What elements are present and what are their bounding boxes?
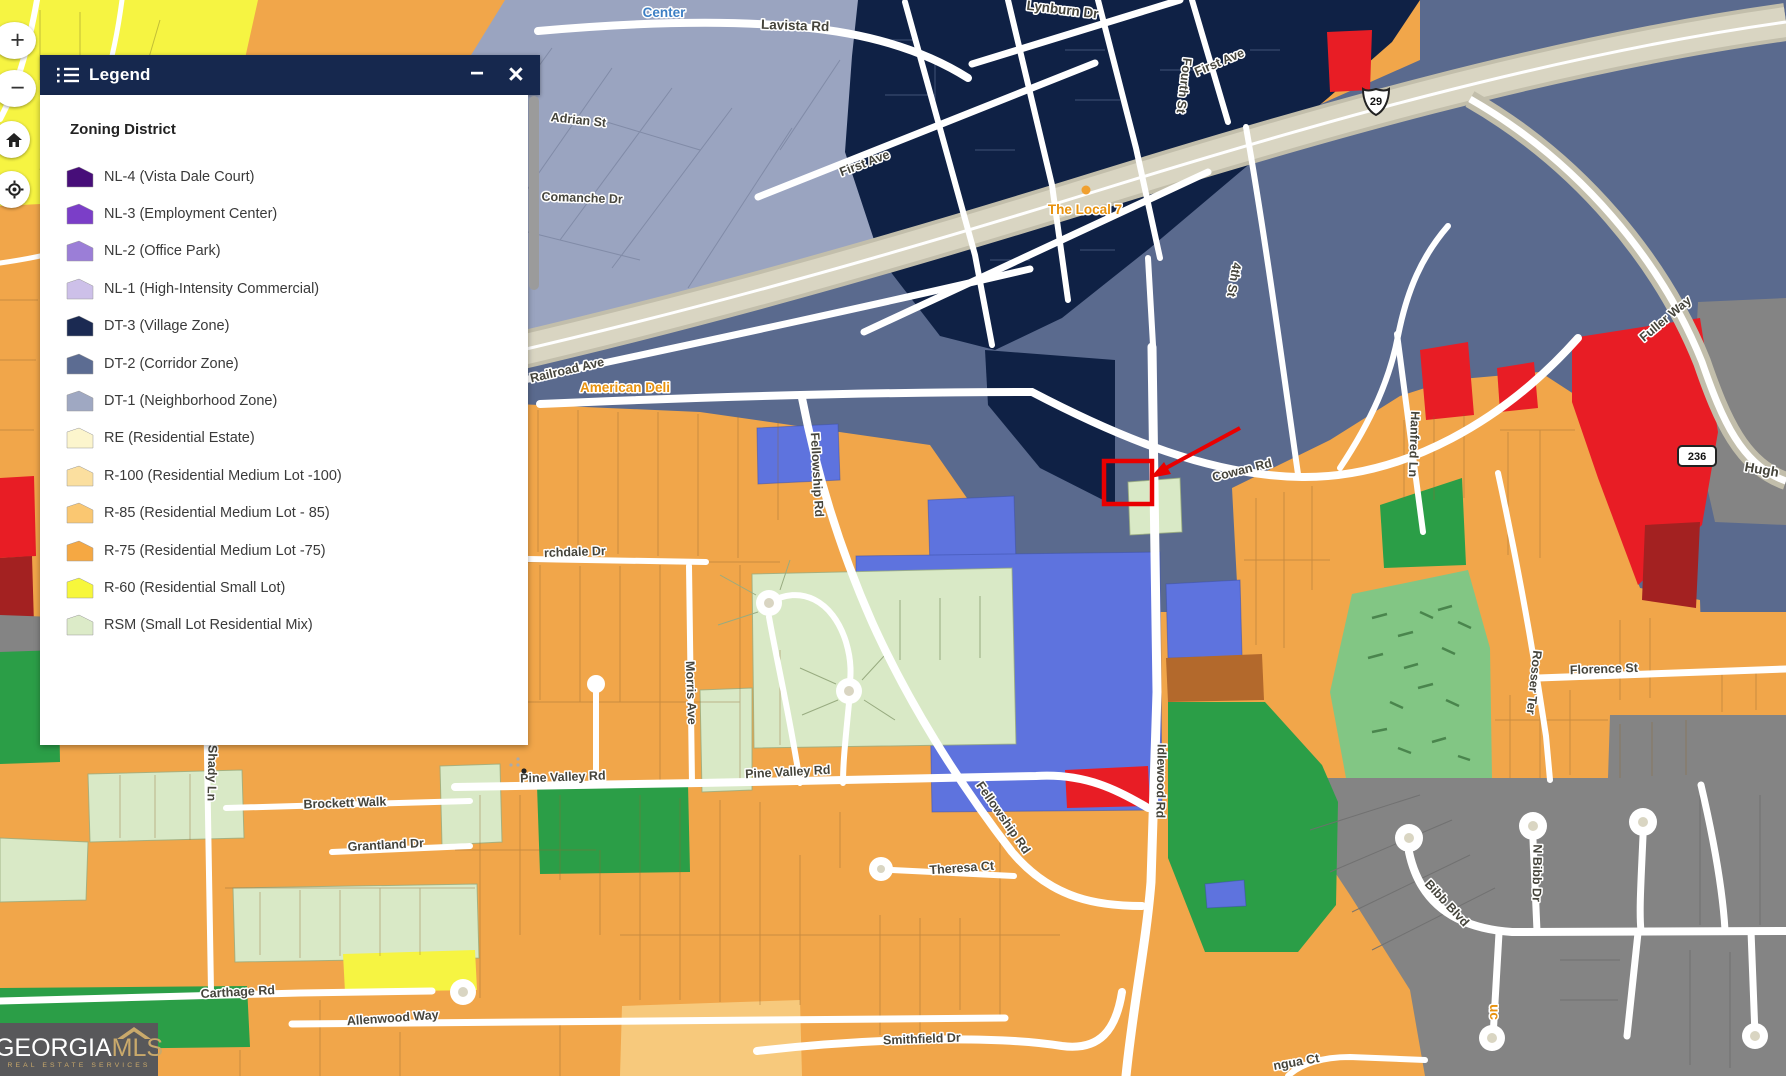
road-gray-stub3 (1751, 931, 1755, 1035)
zone-swatch (66, 353, 94, 375)
zone-swatch (66, 465, 94, 487)
street-label: rchdale Dr (544, 544, 606, 560)
zone-red-top (1327, 30, 1372, 92)
legend-item: DT-3 (Village Zone) (66, 308, 528, 345)
street-label: Idlewood Rd (1153, 744, 1168, 819)
street-label: Shady Ln (205, 745, 220, 802)
street-label: Hanfred Ln (1406, 411, 1422, 477)
legend-resize-grip[interactable] (505, 757, 529, 777)
legend-header[interactable]: Legend − × (40, 55, 540, 95)
legend-item-label: NL-4 (Vista Dale Court) (104, 169, 254, 185)
zone-swatch (66, 614, 94, 636)
legend-item-label: R-75 (Residential Medium Lot -75) (104, 543, 326, 559)
legend-item: R-60 (Residential Small Lot) (66, 569, 528, 606)
street-label: Comanche Dr (541, 190, 623, 207)
zone-red-leftedge (0, 476, 36, 558)
legend-item: R-85 (Residential Medium Lot - 85) (66, 495, 528, 532)
legend-item: R-75 (Residential Medium Lot -75) (66, 532, 528, 569)
street-label: Smithfield Dr (883, 1031, 961, 1048)
poi-label-uc: uc (1487, 1004, 1502, 1020)
legend-close-button[interactable]: × (508, 56, 524, 92)
legend-scrollbar[interactable] (529, 96, 539, 290)
legend-item-label: NL-2 (Office Park) (104, 243, 221, 259)
legend-title: Legend (89, 65, 151, 85)
zone-blue-5 (1205, 880, 1246, 908)
legend-item: NL-3 (Employment Center) (66, 195, 528, 232)
zone-blue-1 (757, 424, 840, 484)
street-label: Florence St (1570, 661, 1639, 677)
zone-red-wedge-a (1420, 342, 1474, 420)
logo-georgia: GEORGIA (0, 1034, 112, 1062)
legend-item: DT-1 (Neighborhood Zone) (66, 382, 528, 419)
legend-body: Zoning District NL-4 (Vista Dale Court) … (40, 95, 528, 745)
zone-swatch (66, 278, 94, 300)
legend-item-label: DT-3 (Village Zone) (104, 318, 229, 334)
legend-list-icon (57, 66, 79, 84)
zone-swatch (66, 315, 94, 337)
legend-item-label: DT-1 (Neighborhood Zone) (104, 393, 277, 409)
zone-brown-strip (1166, 654, 1264, 702)
zone-swatch (66, 502, 94, 524)
home-icon (5, 131, 23, 149)
legend-item: NL-2 (Office Park) (66, 233, 528, 270)
legend-item: RSM (Small Lot Residential Mix) (66, 607, 528, 644)
zone-r85-block (620, 1000, 802, 1076)
zone-swatch (66, 203, 94, 225)
zoning-map-app: { "legend": { "title": "Legend", "minimi… (0, 0, 1786, 1076)
svg-text:236: 236 (1688, 451, 1706, 463)
poi-label-center: Center (643, 5, 687, 20)
zone-swatch (66, 390, 94, 412)
legend-item-label: R-100 (Residential Medium Lot -100) (104, 468, 342, 484)
logo-roof-icon (117, 1027, 151, 1039)
legend-item-label: DT-2 (Corridor Zone) (104, 356, 239, 372)
svg-text:29: 29 (1370, 96, 1382, 108)
legend-item-label: NL-1 (High-Intensity Commercial) (104, 281, 319, 297)
legend-item: NL-1 (High-Intensity Commercial) (66, 270, 528, 307)
zone-swatch (66, 166, 94, 188)
poi-dot (1082, 186, 1091, 195)
zone-rsm-loop-ext (700, 688, 752, 792)
legend-item-label: R-85 (Residential Medium Lot - 85) (104, 505, 330, 521)
zone-swatch (66, 427, 94, 449)
legend-items: NL-4 (Vista Dale Court) NL-3 (Employment… (40, 158, 528, 644)
zone-swatch (66, 240, 94, 262)
poi-label-american-deli: American Deli (580, 380, 670, 395)
logo-wordmark: GEORGIAMLS (0, 1036, 163, 1060)
georgia-mls-logo: GEORGIAMLS REAL ESTATE SERVICES (0, 1023, 158, 1076)
logo-tagline: REAL ESTATE SERVICES (8, 1062, 151, 1069)
zone-swatch (66, 577, 94, 599)
legend-panel: Legend − × Zoning District NL-4 (Vista D… (40, 55, 540, 745)
legend-minimize-button[interactable]: − (470, 57, 484, 91)
legend-item-label: NL-3 (Employment Center) (104, 206, 277, 222)
legend-item: DT-2 (Corridor Zone) (66, 345, 528, 382)
zone-rsm-2 (233, 884, 479, 962)
legend-item-label: RSM (Small Lot Residential Mix) (104, 617, 313, 633)
zone-blue-4 (1166, 580, 1242, 658)
street-label: Brockett Walk (303, 795, 386, 812)
poi-label-the-local-7: The Local 7 (1048, 202, 1122, 217)
legend-item: RE (Residential Estate) (66, 420, 528, 457)
legend-item: R-100 (Residential Medium Lot -100) (66, 457, 528, 494)
ga-236-shield: 236 (1678, 446, 1716, 466)
locate-icon (5, 180, 24, 199)
legend-item: NL-4 (Vista Dale Court) (66, 158, 528, 195)
zone-darkred-block (1642, 522, 1700, 608)
legend-item-label: RE (Residential Estate) (104, 430, 255, 446)
street-label: Lavista Rd (761, 17, 830, 34)
legend-section-title: Zoning District (40, 95, 528, 138)
zone-green-apartments (1330, 570, 1492, 778)
zone-swatch (66, 540, 94, 562)
street-label: Pine Valley Rd (520, 769, 606, 786)
street-label: N Bibb Dr (1529, 844, 1544, 902)
legend-item-label: R-60 (Residential Small Lot) (104, 580, 285, 596)
zone-rsm-1 (88, 770, 244, 842)
street-label: Morris Ave (683, 661, 699, 725)
zone-rsm-4 (0, 838, 88, 902)
